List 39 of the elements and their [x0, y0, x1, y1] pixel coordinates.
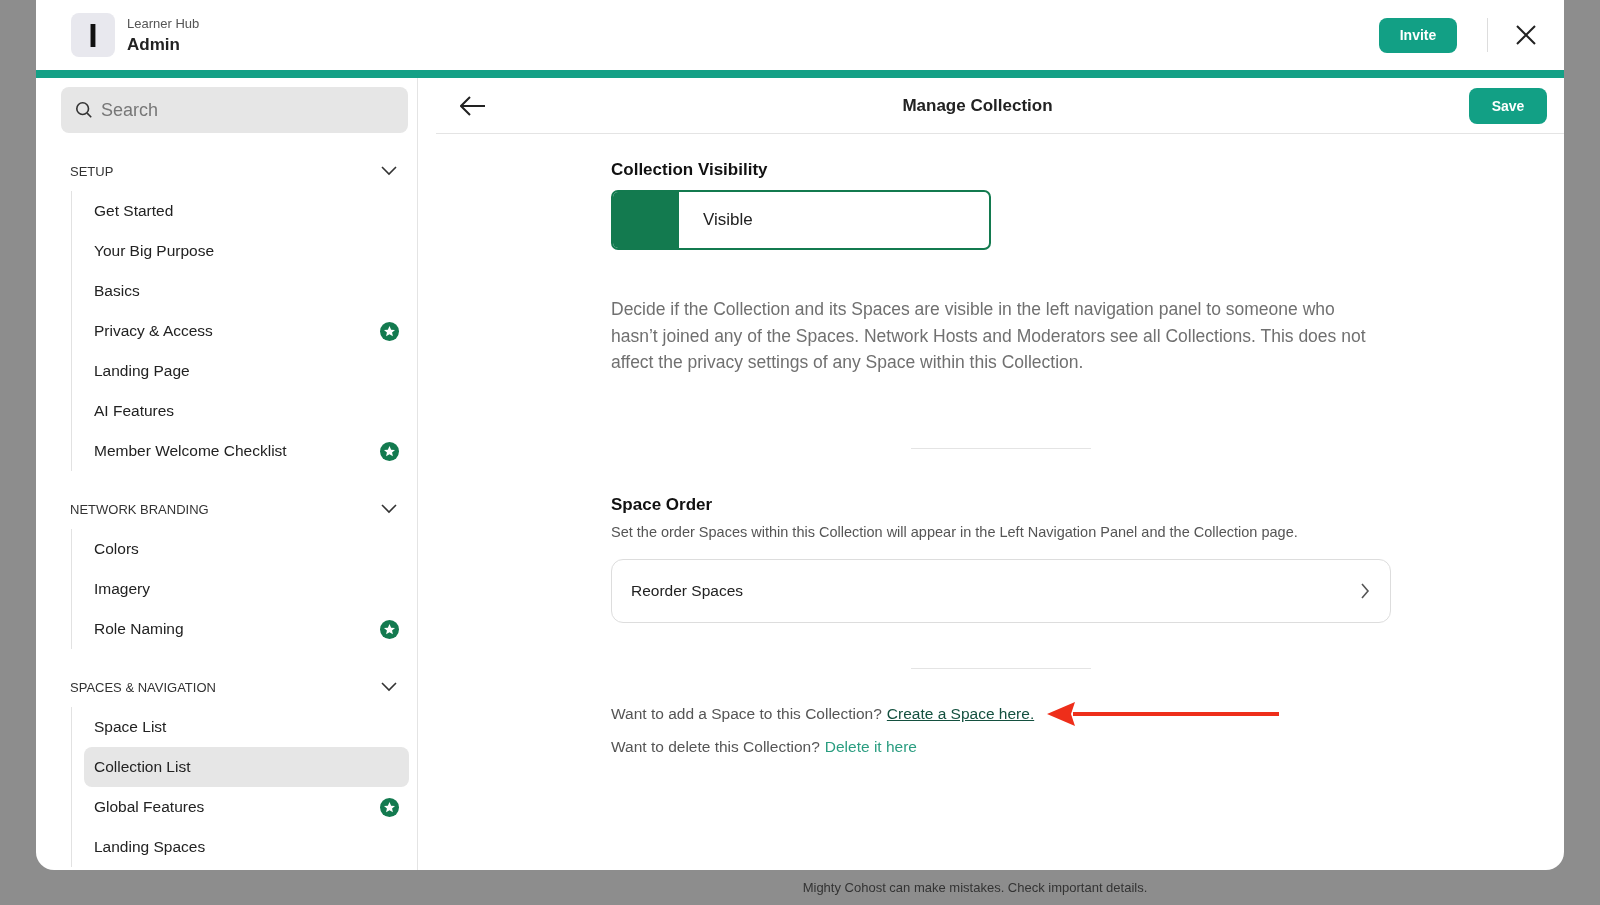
sidebar-item[interactable]: Colors: [84, 529, 409, 569]
network-logo: I: [71, 13, 115, 57]
prompt-text: Want to delete this Collection?: [611, 737, 820, 756]
disclaimer-text: Mighty Cohost can make mistakes. Check important details.: [802, 880, 1148, 895]
sidebar-item[interactable]: Global Features: [84, 787, 409, 827]
sidebar-item[interactable]: Imagery: [84, 569, 409, 609]
chevron-icon[interactable]: [381, 166, 397, 176]
sidebar-item[interactable]: Basics: [84, 271, 409, 311]
section-heading: SETUP: [70, 163, 114, 179]
create-space-link[interactable]: Create a Space here.: [886, 704, 1035, 723]
reorder-row[interactable]: Reorder Spaces: [611, 558, 1391, 623]
sidebar-item[interactable]: Get Started: [84, 191, 409, 231]
description-text: Decide if the Collection and its Spaces are visible in the left navigation panel to someone who hasn’t joined any of the Spaces. Network Hosts and Moderators see all Collections. This does not affect the privacy settings of any Space within this Collection.: [611, 298, 1367, 374]
chevron-icon[interactable]: [381, 504, 397, 514]
prompt-text: Want to add a Space to this Collection?: [611, 704, 882, 723]
page-title: Manage Collection: [902, 95, 1053, 116]
close-icon[interactable]: [1514, 23, 1538, 47]
sidebar-item[interactable]: Member Welcome Checklist: [84, 431, 409, 471]
section-heading: Space Order: [611, 494, 714, 515]
sidebar-item[interactable]: Collection List: [84, 747, 409, 787]
sidebar-item[interactable]: Privacy & Access: [84, 311, 409, 351]
section-heading: SPACES & NAVIGATION: [70, 679, 216, 695]
sidebar-item[interactable]: Landing Spaces: [84, 827, 409, 867]
reorder-label: Reorder Spaces: [631, 581, 743, 600]
admin-title: Admin: [127, 34, 181, 55]
sidebar-item[interactable]: Your Big Purpose: [84, 231, 409, 271]
visibility-selector[interactable]: Visible: [611, 190, 991, 250]
section-heading: NETWORK BRANDING: [70, 501, 209, 517]
sidebar-item[interactable]: Landing Page: [84, 351, 409, 391]
network-name: Learner Hub: [127, 15, 200, 31]
description-text: Set the order Spaces within this Collection will appear in the Left Navigation Panel and the Collection page.: [611, 523, 1299, 540]
search-field[interactable]: Search: [61, 87, 408, 133]
sidebar-item[interactable]: AI Features: [84, 391, 409, 431]
chevron-right-icon: [1360, 582, 1370, 599]
chevron-icon[interactable]: [381, 682, 397, 692]
sidebar-item[interactable]: Space List: [84, 707, 409, 747]
sidebar-item[interactable]: Role Naming: [84, 609, 409, 649]
back-arrow-icon[interactable]: [460, 95, 486, 116]
section-heading: Collection Visibility: [611, 160, 769, 180]
